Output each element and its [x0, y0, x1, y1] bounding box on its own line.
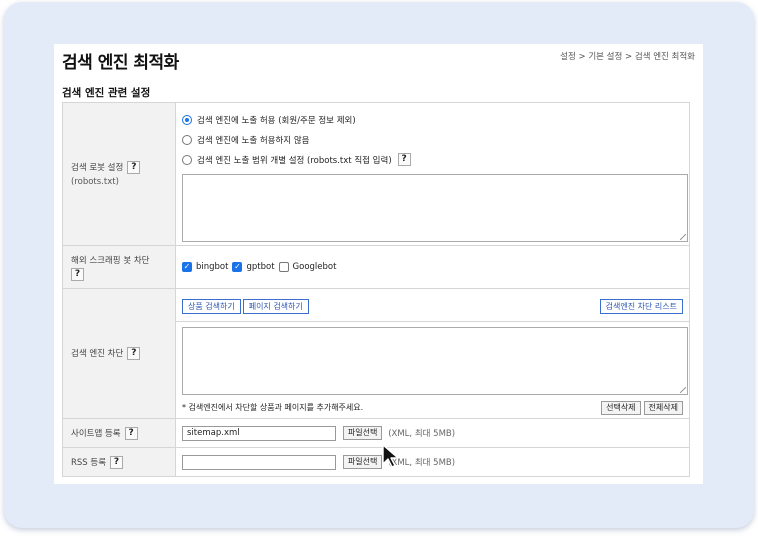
- robots-textarea[interactable]: [182, 173, 688, 242]
- bingbot-option[interactable]: ✓ bingbot: [182, 262, 228, 272]
- sitemap-help-button[interactable]: ?: [124, 426, 138, 440]
- settings-panel: 검색 엔진 최적화 설정 > 기본 설정 > 검색 엔진 최적화 검색 엔진 관…: [54, 44, 703, 484]
- scraping-help-button[interactable]: ?: [71, 267, 84, 281]
- radio-deny[interactable]: [182, 134, 192, 145]
- bot-checkbox-group: ✓ bingbot ✓ gptbot Googlebot: [182, 262, 683, 272]
- block-label-cell: 검색 엔진 차단?: [62, 288, 176, 419]
- search-page-button[interactable]: 페이지 검색하기: [242, 299, 309, 314]
- robots-sub-label: (robots.txt): [71, 177, 119, 187]
- scraping-row: 해외 스크래핑 봇 차단 ? ✓ bingbot ✓ gptbot Google…: [62, 245, 690, 289]
- delete-selected-button[interactable]: 선택삭제: [601, 400, 641, 415]
- page-title: 검색 엔진 최적화: [62, 53, 179, 73]
- bingbot-label: bingbot: [196, 262, 229, 272]
- block-body: * 검색엔진에서 차단할 상품과 페이지를 추가해주세요. 선택삭제 전체삭제: [176, 322, 689, 415]
- googlebot-option[interactable]: Googlebot: [278, 262, 337, 272]
- sitemap-label-cell: 사이트맵 등록?: [62, 418, 176, 448]
- robots-option-deny[interactable]: 검색 엔진에 노출 허용하지 않음: [182, 130, 683, 150]
- robots-value-cell: 검색 엔진에 노출 허용 (회원/주문 정보 제외) 검색 엔진에 노출 허용하…: [175, 102, 690, 246]
- robots-custom-help-button[interactable]: ?: [397, 153, 411, 166]
- block-toolbar: 상품 검색하기 페이지 검색하기 검색엔진 차단 리스트: [176, 293, 689, 322]
- bingbot-checkbox[interactable]: ✓: [182, 262, 192, 272]
- radio-deny-label: 검색 엔진에 노출 허용하지 않음: [197, 135, 310, 146]
- robots-row: 검색 로봇 설정? (robots.txt) 검색 엔진에 노출 허용 (회원/…: [62, 102, 690, 246]
- radio-allow[interactable]: [182, 114, 192, 125]
- delete-all-button[interactable]: 전체삭제: [643, 400, 683, 415]
- search-product-button[interactable]: 상품 검색하기: [182, 299, 241, 314]
- scraping-value-cell: ✓ bingbot ✓ gptbot Googlebot: [175, 245, 690, 289]
- rss-help-button[interactable]: ?: [110, 455, 124, 469]
- rss-label: RSS 등록: [71, 457, 107, 468]
- block-row: 검색 엔진 차단? 상품 검색하기 페이지 검색하기 검색엔진 차단 리스트 *…: [62, 288, 690, 419]
- block-label: 검색 엔진 차단: [71, 349, 124, 359]
- rss-label-cell: RSS 등록?: [62, 447, 176, 477]
- gptbot-option[interactable]: ✓ gptbot: [232, 262, 275, 272]
- robots-label: 검색 로봇 설정: [71, 163, 124, 173]
- block-textarea[interactable]: [182, 326, 688, 395]
- googlebot-checkbox[interactable]: [278, 262, 289, 272]
- sitemap-row: 사이트맵 등록? sitemap.xml 파일선택 (XML, 최대 5MB): [62, 418, 690, 448]
- gptbot-label: gptbot: [246, 262, 275, 272]
- sitemap-label: 사이트맵 등록: [71, 428, 121, 439]
- block-value-cell: 상품 검색하기 페이지 검색하기 검색엔진 차단 리스트 * 검색엔진에서 차단…: [175, 288, 690, 419]
- breadcrumb: 설정 > 기본 설정 > 검색 엔진 최적화: [560, 52, 695, 62]
- block-notice: * 검색엔진에서 차단할 상품과 페이지를 추가해주세요.: [182, 403, 364, 412]
- block-footer: * 검색엔진에서 차단할 상품과 페이지를 추가해주세요. 선택삭제 전체삭제: [182, 400, 683, 415]
- robots-option-custom[interactable]: 검색 엔진 노출 범위 개별 설정 (robots.txt 직접 입력) ?: [182, 150, 683, 170]
- block-list-button[interactable]: 검색엔진 차단 리스트: [599, 299, 683, 314]
- mouse-pointer-icon: [382, 444, 399, 468]
- radio-allow-label: 검색 엔진에 노출 허용 (회원/주문 정보 제외): [197, 115, 356, 126]
- googlebot-label: Googlebot: [292, 262, 337, 272]
- rss-file-input[interactable]: [182, 454, 336, 470]
- rss-row: RSS 등록? 파일선택 (XML, 최대 5MB): [62, 447, 690, 477]
- scraping-label: 해외 스크래핑 봇 차단: [71, 255, 150, 266]
- robots-option-allow[interactable]: 검색 엔진에 노출 허용 (회원/주문 정보 제외): [182, 110, 683, 130]
- sitemap-note: (XML, 최대 5MB): [388, 428, 456, 439]
- settings-table: 검색 로봇 설정? (robots.txt) 검색 엔진에 노출 허용 (회원/…: [62, 102, 690, 477]
- rss-file-button[interactable]: 파일선택: [342, 455, 383, 469]
- sitemap-file-input[interactable]: sitemap.xml: [182, 425, 336, 441]
- robots-help-button[interactable]: ?: [127, 161, 141, 174]
- radio-custom-label: 검색 엔진 노출 범위 개별 설정 (robots.txt 직접 입력): [197, 155, 392, 166]
- section-title: 검색 엔진 관련 설정: [62, 87, 151, 99]
- scraping-label-cell: 해외 스크래핑 봇 차단 ?: [62, 245, 176, 289]
- radio-custom[interactable]: [182, 154, 192, 165]
- robots-label-cell: 검색 로봇 설정? (robots.txt): [62, 102, 176, 246]
- gptbot-checkbox[interactable]: ✓: [232, 262, 243, 272]
- sitemap-file-button[interactable]: 파일선택: [342, 426, 383, 440]
- block-help-button[interactable]: ?: [127, 347, 141, 360]
- rss-value-cell: 파일선택 (XML, 최대 5MB): [175, 447, 690, 477]
- sitemap-value-cell: sitemap.xml 파일선택 (XML, 최대 5MB): [175, 418, 690, 448]
